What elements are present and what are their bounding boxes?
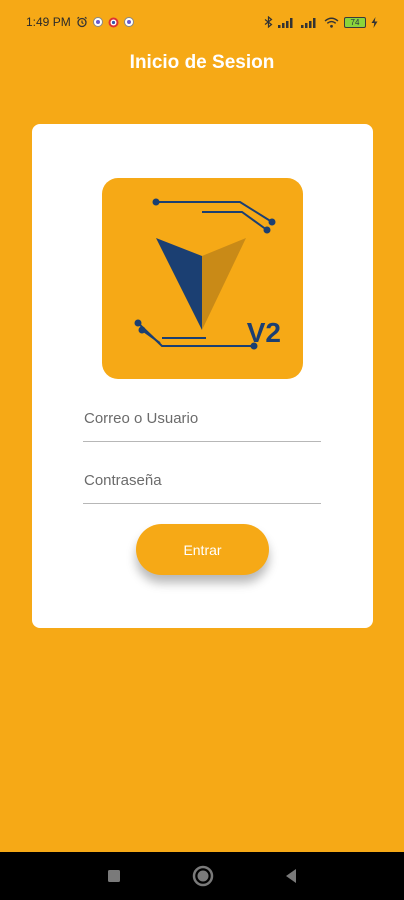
password-field xyxy=(83,458,322,504)
wifi-icon xyxy=(324,17,339,28)
status-left: 1:49 PM xyxy=(26,15,134,29)
logo-version-text: V2 xyxy=(246,317,281,348)
notification-dot-icon xyxy=(123,17,134,27)
battery-icon: 74 xyxy=(344,16,366,28)
signal-icon xyxy=(278,17,296,28)
status-time: 1:49 PM xyxy=(26,15,71,29)
alarm-icon xyxy=(76,16,88,28)
password-input[interactable] xyxy=(83,458,322,503)
home-icon xyxy=(192,865,214,887)
status-bar: 1:49 PM 74 xyxy=(0,0,404,44)
user-field xyxy=(83,396,322,442)
back-icon xyxy=(286,869,296,883)
notification-dot-icon xyxy=(92,17,103,27)
recents-button[interactable] xyxy=(100,852,128,900)
charging-icon xyxy=(371,16,378,28)
user-input[interactable] xyxy=(83,396,322,441)
notification-app-icon xyxy=(108,17,119,28)
back-button[interactable] xyxy=(278,852,304,900)
bluetooth-icon xyxy=(264,16,273,28)
home-button[interactable] xyxy=(190,852,216,900)
login-card: V2 Entrar xyxy=(32,124,373,628)
signal-icon xyxy=(301,17,319,28)
recents-icon xyxy=(108,870,120,882)
navigation-bar xyxy=(0,852,404,900)
status-right: 74 xyxy=(264,16,378,28)
app-logo: V2 xyxy=(102,178,303,379)
page-title: Inicio de Sesion xyxy=(129,52,275,73)
login-button[interactable]: Entrar xyxy=(136,524,269,575)
